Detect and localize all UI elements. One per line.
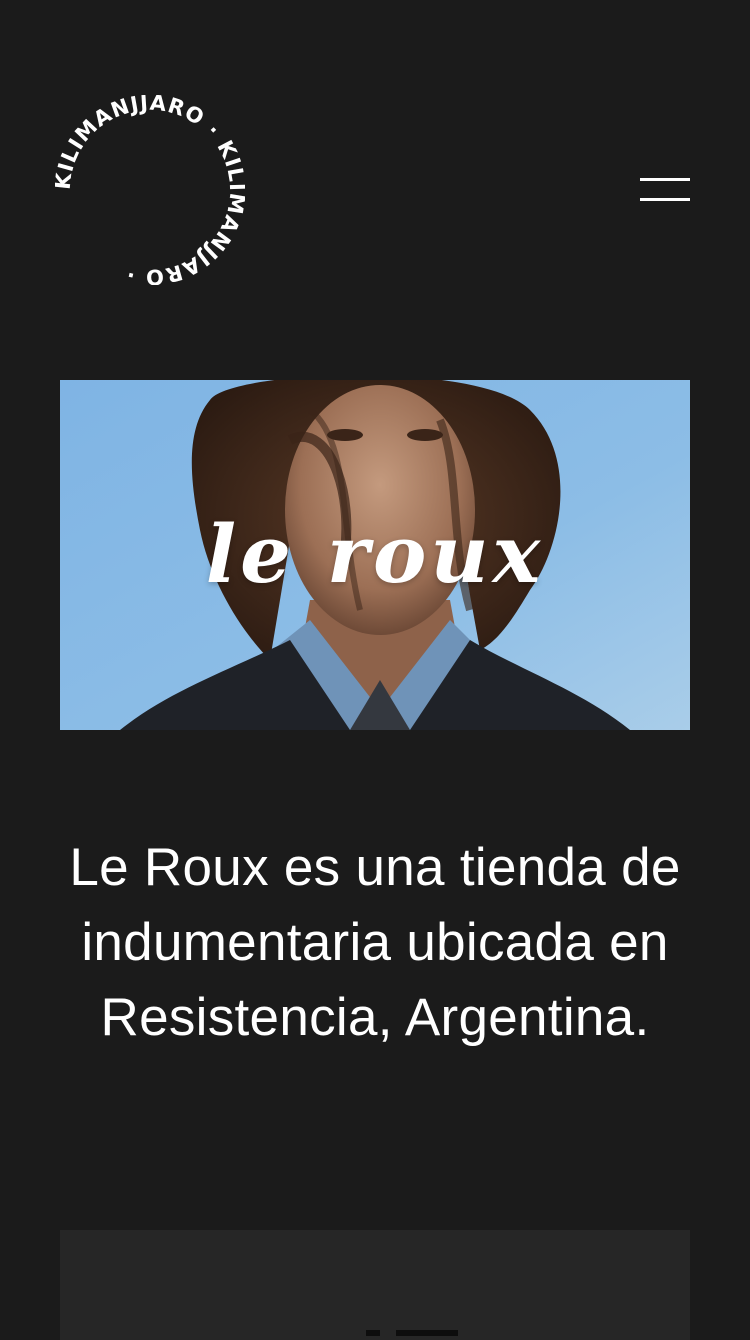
next-project-card[interactable] <box>60 1230 690 1340</box>
kilimanjjaro-logo[interactable]: KILIMANJJARO · KILIMANJJARO · <box>55 95 245 285</box>
circular-logo-mark: KILIMANJJARO · KILIMANJJARO · <box>55 95 245 285</box>
hero-title: le roux <box>205 507 545 601</box>
intro-description: Le Roux es una tienda de indumentaria ub… <box>69 838 681 1047</box>
menu-button[interactable] <box>636 172 694 208</box>
logo-text: KILIMANJJARO · KILIMANJJARO · <box>55 95 245 285</box>
card-preview-mark <box>366 1330 458 1336</box>
